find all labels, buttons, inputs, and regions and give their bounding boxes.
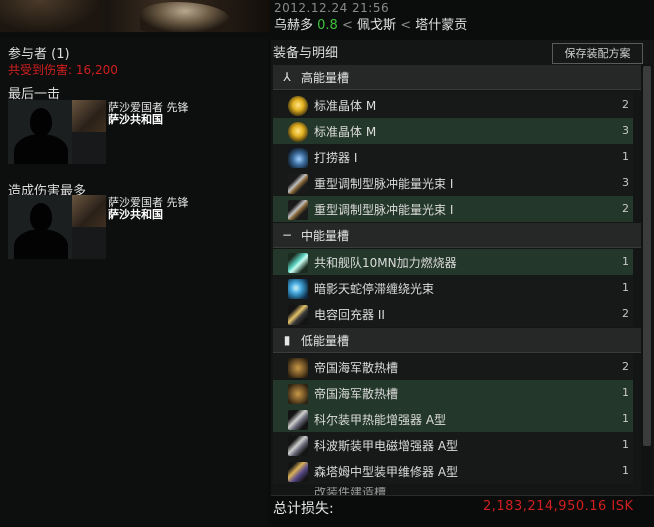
item-name: 共和舰队10MN加力燃烧器 [314, 256, 457, 270]
fitting-item-row[interactable]: 标准晶体 M 2 [273, 92, 633, 118]
damage-taken-text: 共受到伤害: 16,200 [8, 63, 118, 77]
location-separator: < [400, 18, 412, 33]
armor-repairer-icon [288, 462, 308, 482]
pilot-role: 先锋 [166, 196, 189, 209]
top-damage-corp[interactable]: 萨沙共和国 [108, 206, 163, 222]
fitting-item-row[interactable]: 科尔装甲热能增强器 A型 1 [273, 406, 633, 432]
kill-datetime: 2012.12.24 21:56 [274, 1, 390, 15]
webifier-icon [288, 279, 308, 299]
fitting-item-row[interactable]: 帝国海军散热槽 2 [273, 354, 633, 380]
fitting-item-row[interactable]: 暗影天蛇停滞缠绕光束 1 [273, 275, 633, 301]
fitting-item-row[interactable]: 电容回充器 II 2 [273, 301, 633, 327]
system-link[interactable]: 乌赫多 [274, 18, 313, 33]
fitting-scrollbar[interactable] [641, 64, 653, 494]
region-link[interactable]: 塔什蒙贡 [415, 18, 467, 33]
mid-slot-header[interactable]: −− 中能量槽 [273, 223, 641, 258]
item-qty: 1 [622, 386, 629, 399]
portrait-silhouette-body [14, 229, 68, 259]
fitting-item-row[interactable]: 共和舰队10MN加力燃烧器 1 [273, 249, 633, 275]
slot-label: 中能量槽 [301, 229, 350, 243]
laser-icon [288, 174, 308, 194]
fitting-item-row[interactable]: 重型调制型脉冲能量光束 I 2 [273, 196, 633, 222]
low-slot-header[interactable]: ▮ 低能量槽 [273, 328, 641, 353]
high-slot-header[interactable]: ⅄ 高能量槽 [273, 65, 641, 90]
item-qty: 1 [622, 438, 629, 451]
portrait-silhouette-head [30, 108, 52, 136]
fitting-item-row[interactable]: 森塔姆中型装甲维修器 A型 1 [273, 458, 633, 484]
portrait-silhouette-head [30, 203, 52, 231]
cap-recharger-icon [288, 305, 308, 325]
item-name: 重型调制型脉冲能量光束 I [314, 203, 454, 217]
item-name: 帝国海军散热槽 [314, 361, 399, 375]
item-qty: 2 [622, 202, 629, 215]
kill-location: 乌赫多 0.8 < 佩戈斯 < 塔什蒙贡 [274, 14, 467, 33]
afterburner-icon [288, 253, 308, 273]
character-shoulder-graphic [0, 0, 100, 32]
fitting-item-row[interactable]: 科波斯装甲电磁增强器 A型 1 [273, 432, 633, 458]
fitting-title: 装备与明细 [273, 46, 339, 61]
final-blow-portrait[interactable] [8, 100, 72, 164]
total-loss-label: 总计损失: [273, 501, 334, 517]
final-blow-weapon-icon[interactable] [72, 132, 106, 164]
scrollbar-thumb[interactable] [643, 66, 651, 446]
save-fitting-button[interactable]: 保存装配方案 [552, 43, 643, 64]
laser-icon [288, 200, 308, 220]
top-damage-weapon-icon[interactable] [72, 227, 106, 259]
crystal-icon [288, 122, 308, 142]
mid-slot-icon: −− [281, 228, 293, 258]
item-name: 重型调制型脉冲能量光束 I [314, 177, 454, 191]
item-qty: 1 [622, 281, 629, 294]
item-name: 科波斯装甲电磁增强器 A型 [314, 439, 459, 453]
item-name: 标准晶体 M [314, 125, 377, 139]
item-name: 打捞器 I [314, 151, 358, 165]
item-qty: 1 [622, 412, 629, 425]
item-qty: 2 [622, 307, 629, 320]
item-qty: 1 [622, 255, 629, 268]
ship-banner-image [0, 0, 270, 32]
armor-hardener-icon [288, 410, 308, 430]
portrait-silhouette-body [14, 134, 68, 164]
participants-title: 参与者 (1) [8, 47, 70, 62]
item-qty: 1 [622, 464, 629, 477]
item-name: 科尔装甲热能增强器 A型 [314, 413, 447, 427]
final-blow-ship-icon[interactable] [72, 100, 106, 132]
high-slot-icon: ⅄ [283, 70, 291, 84]
ship-render-graphic [140, 2, 230, 32]
fitting-item-row[interactable]: 打捞器 I 1 [273, 144, 633, 170]
item-name: 暗影天蛇停滞缠绕光束 [314, 282, 435, 296]
fitting-item-row[interactable]: 标准晶体 M 3 [273, 118, 633, 144]
slot-label: 低能量槽 [301, 334, 350, 348]
location-separator: < [341, 18, 353, 33]
item-qty: 2 [622, 360, 629, 373]
constellation-link[interactable]: 佩戈斯 [357, 18, 396, 33]
top-damage-ship-icon[interactable] [72, 195, 106, 227]
armor-hardener-icon [288, 436, 308, 456]
heat-sink-icon [288, 384, 308, 404]
item-name: 电容回充器 II [314, 308, 385, 322]
low-slot-icon: ▮ [283, 333, 291, 347]
top-damage-portrait[interactable] [8, 195, 72, 259]
heat-sink-icon [288, 358, 308, 378]
final-blow-corp[interactable]: 萨沙共和国 [108, 111, 163, 127]
security-status: 0.8 [317, 18, 338, 33]
item-name: 标准晶体 M [314, 99, 377, 113]
item-qty: 1 [622, 150, 629, 163]
salvager-icon [288, 148, 308, 168]
fitting-item-row[interactable]: 重型调制型脉冲能量光束 I 3 [273, 170, 633, 196]
item-qty: 2 [622, 98, 629, 111]
slot-label: 高能量槽 [301, 71, 350, 85]
total-loss-value: 2,183,214,950.16 ISK [483, 499, 634, 514]
fitting-item-row[interactable]: 帝国海军散热槽 1 [273, 380, 633, 406]
pilot-role: 先锋 [166, 101, 189, 114]
item-qty: 3 [622, 124, 629, 137]
item-name: 森塔姆中型装甲维修器 A型 [314, 465, 459, 479]
crystal-icon [288, 96, 308, 116]
item-name: 帝国海军散热槽 [314, 387, 399, 401]
item-qty: 3 [622, 176, 629, 189]
